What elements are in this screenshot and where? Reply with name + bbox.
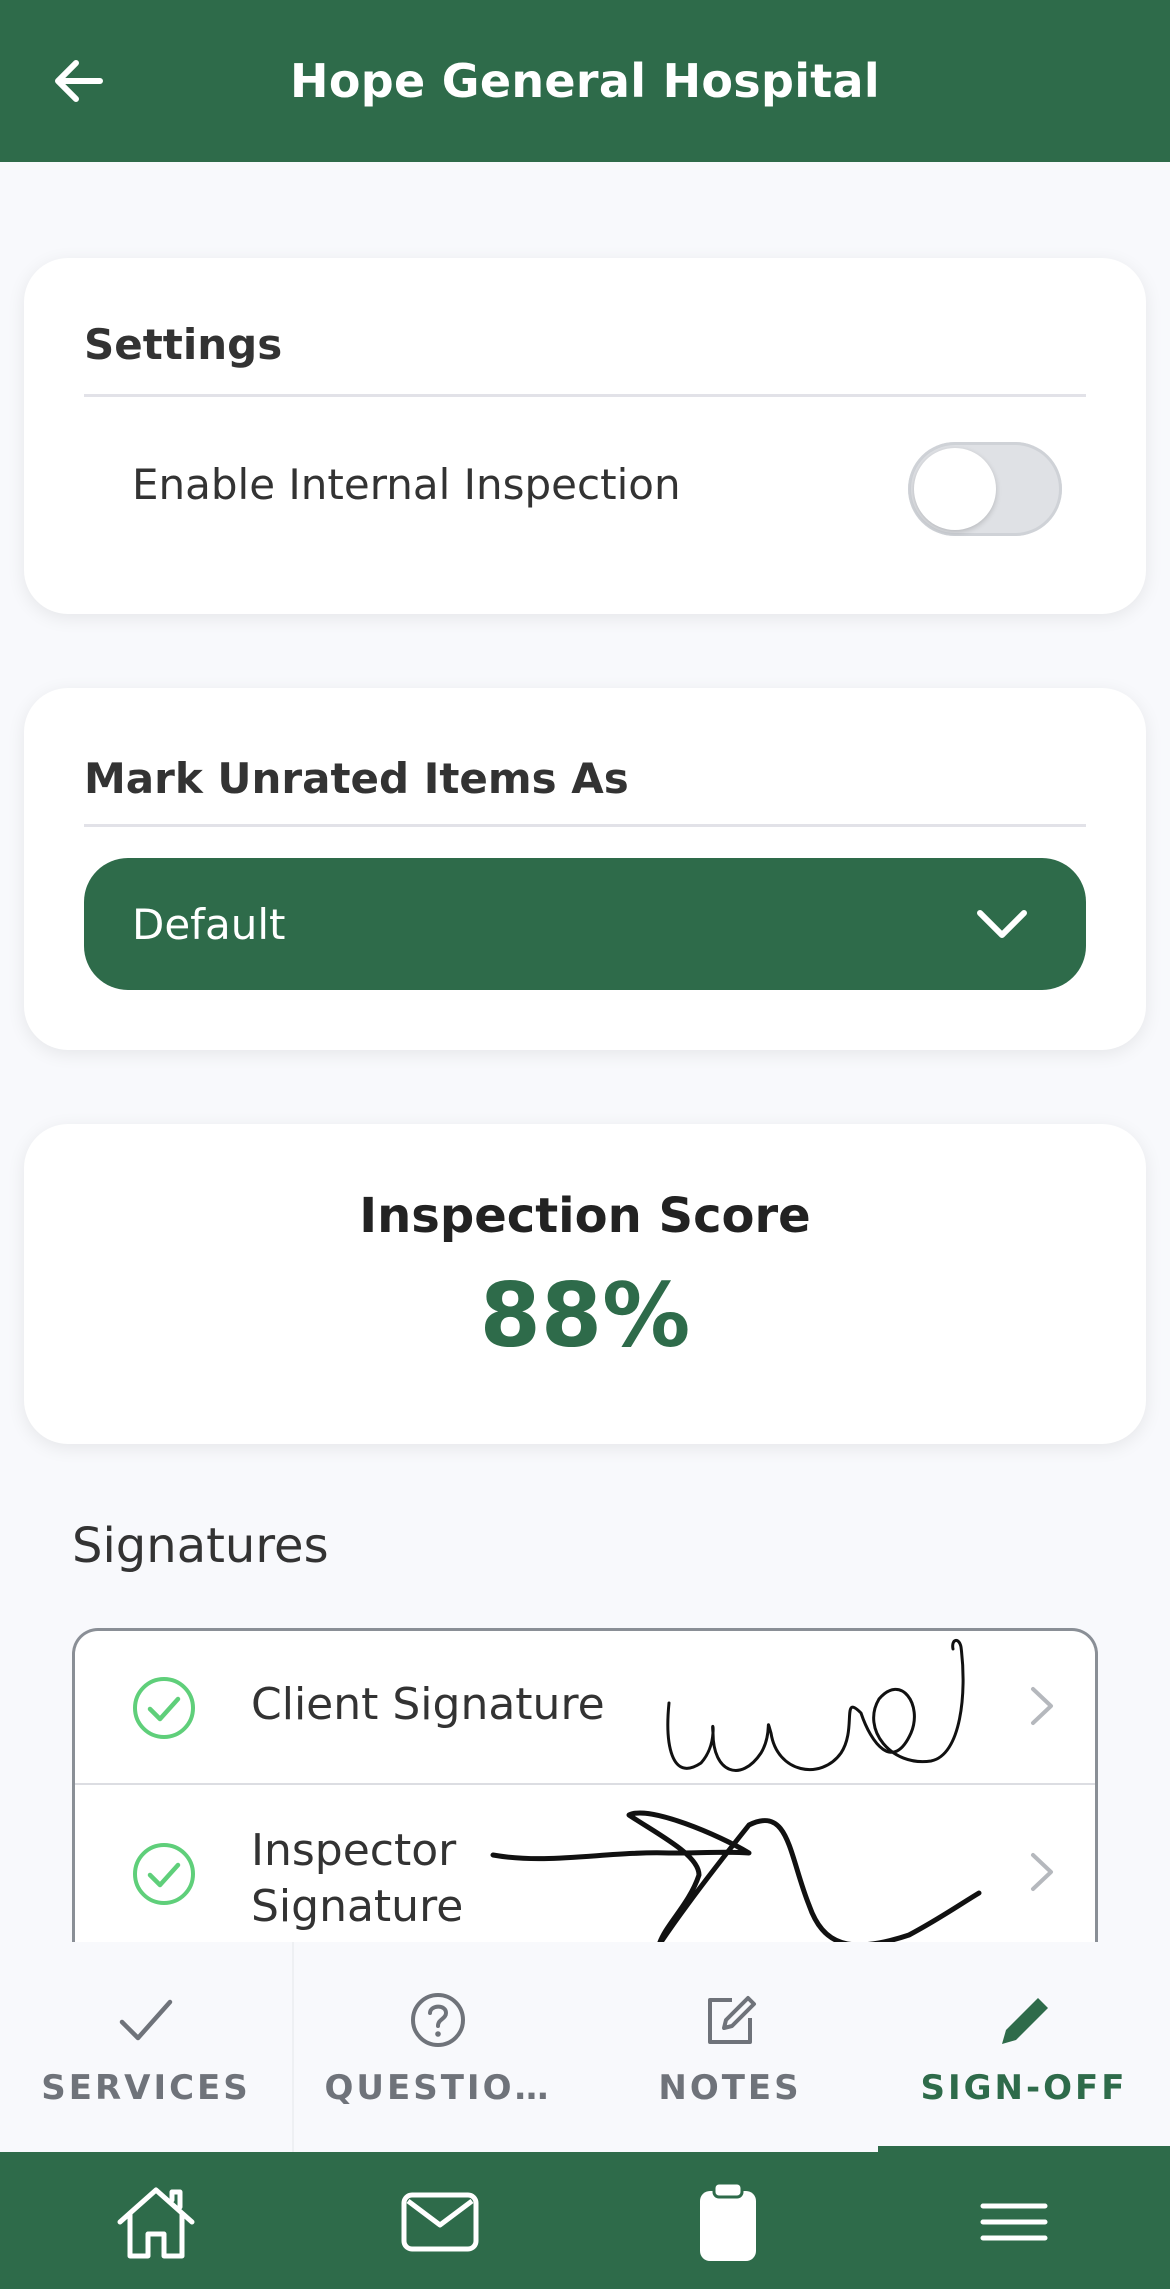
check-circle-icon: [133, 1843, 195, 1905]
bottom-nav: [0, 2152, 1170, 2289]
mark-unrated-card: Mark Unrated Items As Default: [24, 688, 1146, 1050]
nav-clipboard[interactable]: [680, 2174, 776, 2270]
tab-sign-off[interactable]: SIGN-OFF: [878, 1942, 1170, 2152]
select-value: Default: [132, 899, 286, 949]
settings-card: Settings Enable Internal Inspection: [24, 258, 1146, 614]
signatures-list: Client Signature Inspector Signature: [72, 1628, 1098, 1942]
section-tab-bar: SERVICES QUESTIO… NOTES SIGN-OFF: [0, 1942, 1170, 2152]
client-signature-row[interactable]: Client Signature: [75, 1631, 1095, 1785]
client-signature-image: [666, 1639, 965, 1772]
tab-services[interactable]: SERVICES: [0, 1942, 292, 2152]
mail-icon: [401, 2192, 479, 2252]
home-icon: [117, 2187, 195, 2259]
tab-label: NOTES: [658, 2068, 802, 2108]
mark-unrated-heading: Mark Unrated Items As: [84, 754, 629, 803]
chevron-down-icon: [977, 910, 1027, 938]
tab-label: QUESTIO…: [324, 2068, 552, 2108]
tab-notes[interactable]: NOTES: [584, 1942, 876, 2152]
inspector-signature-image: [490, 1810, 982, 1942]
toggle-knob: [914, 448, 996, 530]
question-circle-icon: [411, 1993, 465, 2047]
tab-label: SIGN-OFF: [920, 2068, 1128, 2108]
chevron-right-icon: [1031, 1853, 1053, 1891]
tab-questions[interactable]: QUESTIO…: [292, 1942, 584, 2152]
inspection-score-value: 88%: [479, 1264, 691, 1367]
nav-mail[interactable]: [392, 2174, 488, 2270]
divider: [84, 824, 1086, 827]
app-header: Hope General Hospital: [0, 0, 1170, 162]
clipboard-icon: [700, 2181, 756, 2261]
pencil-icon: [1002, 1998, 1048, 2044]
menu-icon: [980, 2203, 1048, 2241]
internal-inspection-label: Enable Internal Inspection: [132, 460, 681, 509]
page-title: Hope General Hospital: [290, 54, 880, 108]
back-button[interactable]: [46, 49, 110, 113]
client-signature-label: Client Signature: [251, 1679, 605, 1730]
chevron-right-icon: [1031, 1687, 1053, 1725]
edit-note-icon: [708, 1996, 756, 2044]
sign-off-screen: Hope General Hospital Settings Enable In…: [0, 0, 1170, 2289]
internal-inspection-toggle[interactable]: [908, 442, 1062, 536]
check-icon: [119, 1999, 173, 2041]
inspector-signature-label: Inspector Signature: [251, 1825, 464, 1932]
mark-unrated-select[interactable]: Default: [84, 858, 1086, 990]
inspector-signature-row[interactable]: Inspector Signature: [75, 1785, 1095, 1942]
nav-menu[interactable]: [966, 2174, 1062, 2270]
nav-home[interactable]: [108, 2174, 204, 2270]
divider: [84, 394, 1086, 397]
settings-heading: Settings: [84, 320, 283, 369]
inspection-score-card: Inspection Score 88%: [24, 1124, 1146, 1444]
back-arrow-icon: [55, 60, 103, 102]
inspection-score-label: Inspection Score: [359, 1188, 811, 1244]
tab-label: SERVICES: [41, 2068, 251, 2108]
signatures-title: Signatures: [72, 1518, 329, 1574]
check-circle-icon: [133, 1677, 195, 1739]
